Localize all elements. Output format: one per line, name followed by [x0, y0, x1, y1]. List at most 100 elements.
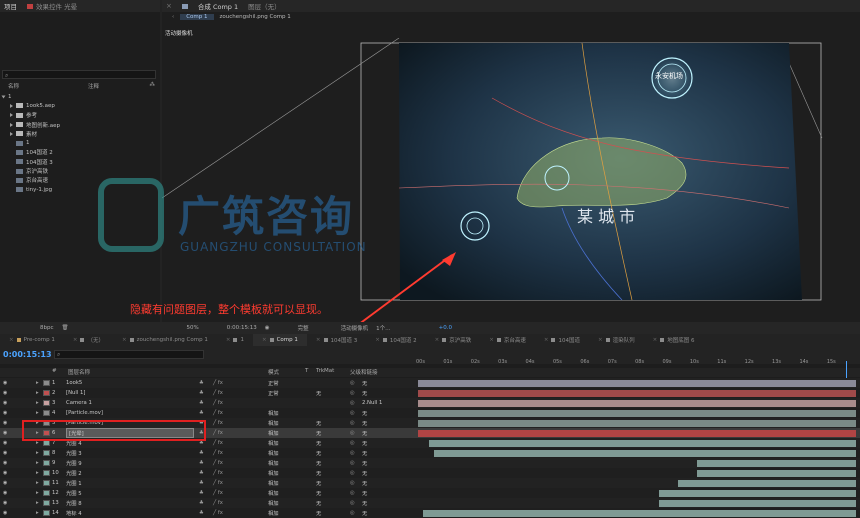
- parent-select[interactable]: 无: [362, 488, 367, 498]
- parent-select[interactable]: 无: [362, 408, 367, 418]
- visibility-eye-icon[interactable]: ◉: [3, 388, 7, 398]
- close-icon[interactable]: ×: [122, 337, 127, 343]
- parent-select[interactable]: 无: [362, 378, 367, 388]
- flowchart-icon[interactable]: ⁂: [150, 82, 159, 90]
- view-select[interactable]: 活动摄像机: [341, 324, 369, 332]
- pickwhip-icon[interactable]: ◎: [350, 418, 355, 428]
- timeline-tab[interactable]: × Comp 1: [252, 334, 307, 346]
- layer-name[interactable]: Camera 1: [66, 398, 194, 408]
- pickwhip-icon[interactable]: ◎: [350, 398, 355, 408]
- mode-select[interactable]: 相加: [268, 438, 279, 448]
- close-icon[interactable]: ×: [73, 337, 78, 343]
- visibility-eye-icon[interactable]: ◉: [3, 378, 7, 388]
- trkmat-select[interactable]: 无: [316, 498, 321, 508]
- layer-row[interactable]: ◉ ▸ 13 光圈 8 ♣ ╱ fx 相加 无 ◎ 无: [0, 498, 860, 508]
- tree-root[interactable]: 1: [1, 92, 158, 101]
- mode-select[interactable]: 相加: [268, 468, 279, 478]
- col-name[interactable]: 名称: [2, 82, 88, 90]
- expand-icon[interactable]: ▸: [36, 388, 39, 398]
- visibility-eye-icon[interactable]: ◉: [3, 438, 7, 448]
- expand-icon[interactable]: [10, 122, 13, 127]
- mode-select[interactable]: 相加: [268, 428, 279, 438]
- layer-name[interactable]: 光圈 9: [66, 458, 194, 468]
- parent-select[interactable]: 无: [362, 498, 367, 508]
- close-icon[interactable]: ×: [166, 2, 172, 10]
- layer-row[interactable]: ◉ ▸ 8 光圈 3 ♣ ╱ fx 相加 无 ◎ 无: [0, 448, 860, 458]
- project-search[interactable]: ⌕: [2, 70, 156, 79]
- mode-select[interactable]: 相加: [268, 408, 279, 418]
- pickwhip-icon[interactable]: ◎: [350, 458, 355, 468]
- tab-layer[interactable]: 图层（无）: [248, 1, 281, 11]
- trkmat-select[interactable]: 无: [316, 448, 321, 458]
- shy-icon[interactable]: ♣: [199, 378, 204, 388]
- close-icon[interactable]: ×: [375, 337, 380, 343]
- label-color[interactable]: [43, 478, 50, 488]
- shy-icon[interactable]: ♣: [199, 478, 204, 488]
- layer-duration-bar[interactable]: [659, 489, 857, 497]
- views-select[interactable]: 1个…: [376, 324, 391, 332]
- expand-icon[interactable]: [10, 131, 13, 136]
- parent-select[interactable]: 无: [362, 428, 367, 438]
- layer-row[interactable]: ◉ ▸ 11 光圈 1 ♣ ╱ fx 相加 无 ◎ 无: [0, 478, 860, 488]
- switches[interactable]: ╱ fx: [213, 458, 223, 468]
- layer-duration-bar[interactable]: [418, 419, 857, 427]
- parent-select[interactable]: 无: [362, 468, 367, 478]
- project-item[interactable]: 1ook5.aep: [2, 101, 158, 110]
- project-item[interactable]: 京沪高铁: [2, 166, 158, 175]
- mode-select[interactable]: 相加: [268, 458, 279, 468]
- timeline-tab[interactable]: × 1: [217, 334, 253, 346]
- switches[interactable]: ╱ fx: [213, 448, 223, 458]
- trkmat-select[interactable]: 无: [316, 418, 321, 428]
- project-item[interactable]: 素材: [2, 129, 158, 138]
- offset-value[interactable]: +0.0: [439, 325, 452, 331]
- mode-select[interactable]: 相加: [268, 498, 279, 508]
- label-color[interactable]: [43, 468, 50, 478]
- layer-duration-bar[interactable]: [418, 399, 857, 407]
- pickwhip-icon[interactable]: ◎: [350, 488, 355, 498]
- layer-name[interactable]: 1ook5: [66, 378, 194, 388]
- shy-icon[interactable]: ♣: [199, 508, 204, 518]
- tab-effect-controls[interactable]: 效果控件 光晕: [27, 1, 77, 11]
- pickwhip-icon[interactable]: ◎: [350, 498, 355, 508]
- mode-select[interactable]: 相加: [268, 478, 279, 488]
- mode-select[interactable]: 相加: [268, 448, 279, 458]
- breadcrumb-comp1[interactable]: Comp 1: [180, 14, 214, 20]
- breadcrumb-sub[interactable]: zouchengshil.png Comp 1: [220, 14, 291, 20]
- layer-name[interactable]: 地标 4: [66, 508, 194, 518]
- layer-row[interactable]: ◉ ▸ 12 光圈 5 ♣ ╱ fx 相加 无 ◎ 无: [0, 488, 860, 498]
- trkmat-select[interactable]: 无: [316, 468, 321, 478]
- shy-icon[interactable]: ♣: [199, 448, 204, 458]
- switches[interactable]: ╱ fx: [213, 408, 223, 418]
- label-color[interactable]: [43, 448, 50, 458]
- layer-duration-bar[interactable]: [697, 459, 857, 467]
- layer-name[interactable]: [Particle.mov]: [66, 408, 194, 418]
- parent-select[interactable]: 无: [362, 388, 367, 398]
- close-icon[interactable]: ×: [544, 337, 549, 343]
- expand-icon[interactable]: ▸: [36, 408, 39, 418]
- parent-select[interactable]: 2.Null 1: [362, 398, 382, 408]
- layer-name[interactable]: 光圈 2: [66, 468, 194, 478]
- close-icon[interactable]: ×: [598, 337, 603, 343]
- switches[interactable]: ╱ fx: [213, 378, 223, 388]
- layer-row[interactable]: ◉ ▸ 14 地标 4 ♣ ╱ fx 相加 无 ◎ 无: [0, 508, 860, 518]
- parent-select[interactable]: 无: [362, 418, 367, 428]
- parent-select[interactable]: 无: [362, 458, 367, 468]
- parent-select[interactable]: 无: [362, 438, 367, 448]
- trkmat-select[interactable]: 无: [316, 428, 321, 438]
- label-color[interactable]: [43, 388, 50, 398]
- visibility-eye-icon[interactable]: ◉: [3, 488, 7, 498]
- expand-icon[interactable]: ▸: [36, 508, 39, 518]
- visibility-eye-icon[interactable]: ◉: [3, 398, 7, 408]
- close-icon[interactable]: ×: [9, 337, 14, 343]
- trkmat-select[interactable]: 无: [316, 488, 321, 498]
- mode-select[interactable]: 相加: [268, 418, 279, 428]
- visibility-eye-icon[interactable]: ◉: [3, 498, 7, 508]
- expand-icon[interactable]: ▸: [36, 498, 39, 508]
- parent-select[interactable]: 无: [362, 448, 367, 458]
- timeline-tab[interactable]: × 京台高速: [480, 334, 535, 346]
- expand-icon[interactable]: [10, 113, 13, 118]
- shy-icon[interactable]: ♣: [199, 398, 204, 408]
- expand-icon[interactable]: ▸: [36, 398, 39, 408]
- close-icon[interactable]: ×: [489, 337, 494, 343]
- close-icon[interactable]: ×: [435, 337, 440, 343]
